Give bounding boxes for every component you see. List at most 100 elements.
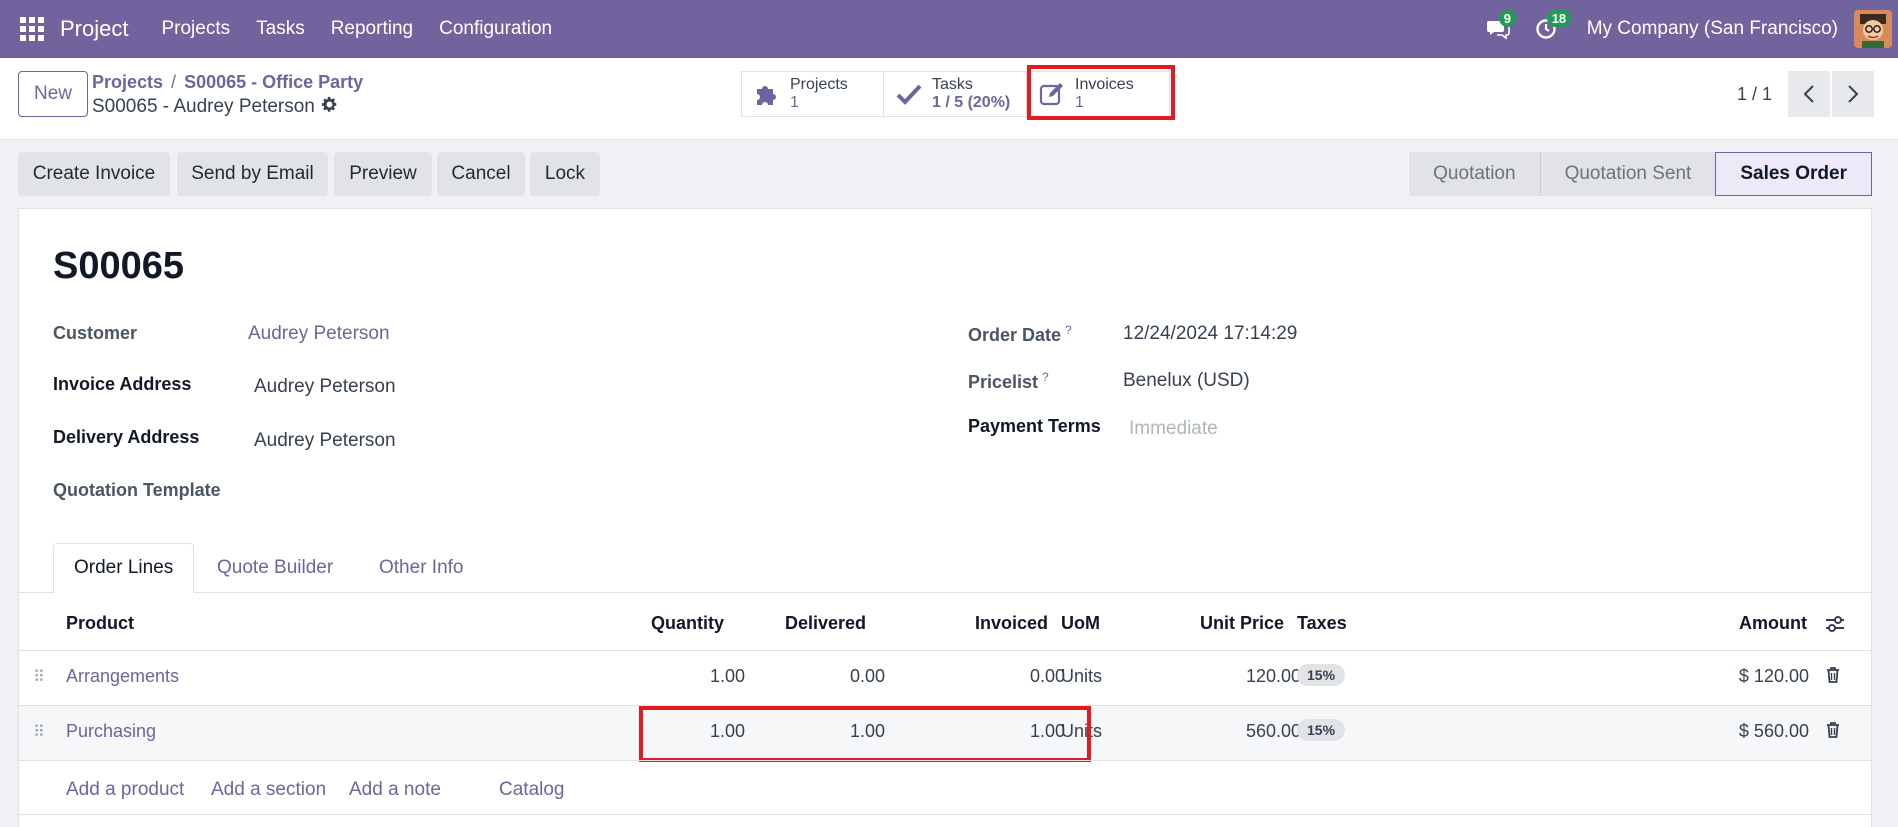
- col-product[interactable]: Product: [66, 613, 134, 634]
- tab-order-lines[interactable]: Order Lines: [53, 543, 195, 593]
- col-amount[interactable]: Amount: [1739, 613, 1807, 634]
- projects-smart-value: 1: [790, 94, 799, 111]
- tasks-smart-value: 1 / 5 (20%): [932, 94, 1011, 111]
- customer-field[interactable]: Audrey Peterson: [248, 323, 390, 345]
- preview-button[interactable]: Preview: [334, 152, 432, 196]
- puzzle-icon: [754, 81, 780, 107]
- stage-quotation-sent[interactable]: Quotation Sent: [1539, 152, 1716, 196]
- row-quantity[interactable]: 1.00: [710, 666, 745, 687]
- gear-icon[interactable]: [321, 96, 338, 118]
- breadcrumb-project[interactable]: S00065 - Office Party: [184, 72, 363, 92]
- add-product-link[interactable]: Add a product: [66, 779, 184, 801]
- add-section-link[interactable]: Add a section: [211, 779, 326, 801]
- table-footer-divider: [19, 814, 1871, 815]
- nav-projects[interactable]: Projects: [161, 18, 230, 40]
- table-divider: [19, 760, 1871, 761]
- row-amount: $ 120.00: [1738, 666, 1809, 686]
- row-amount: $ 560.00: [1738, 721, 1809, 741]
- invoice-address-field[interactable]: Audrey Peterson: [254, 376, 396, 398]
- row-invoiced: 0.00: [1029, 666, 1065, 686]
- app-title[interactable]: Project: [60, 16, 128, 42]
- col-quantity[interactable]: Quantity: [651, 613, 724, 634]
- user-avatar[interactable]: [1854, 10, 1892, 48]
- customer-label: Customer: [53, 323, 138, 343]
- add-note-link[interactable]: Add a note: [349, 779, 441, 801]
- nav-reporting[interactable]: Reporting: [331, 18, 413, 40]
- breadcrumb-separator: /: [171, 72, 177, 92]
- check-icon: [896, 83, 922, 105]
- pager: 1 / 1: [1737, 71, 1874, 117]
- col-uom[interactable]: UoM: [1061, 613, 1100, 634]
- col-taxes[interactable]: Taxes: [1297, 613, 1347, 634]
- order-date-help-icon[interactable]: ?: [1065, 323, 1072, 337]
- chevron-right-icon[interactable]: [1832, 71, 1874, 117]
- activities-icon[interactable]: 18: [1531, 10, 1572, 44]
- top-navbar: Project Projects Tasks Reporting Configu…: [0, 0, 1898, 58]
- form-sheet: S00065 Customer Audrey Peterson Invoice …: [18, 208, 1872, 827]
- column-settings-icon[interactable]: [1825, 615, 1845, 638]
- activities-badge: 18: [1546, 10, 1572, 27]
- col-unit-price[interactable]: Unit Price: [1200, 613, 1284, 634]
- order-date-label-text: Order Date: [968, 325, 1062, 345]
- tasks-smart-button[interactable]: Tasks 1 / 5 (20%): [884, 71, 1027, 117]
- company-switcher[interactable]: My Company (San Francisco): [1587, 18, 1838, 40]
- tax-tag[interactable]: 15%: [1297, 664, 1346, 686]
- chevron-left-icon[interactable]: [1788, 71, 1830, 117]
- messages-badge: 9: [1498, 10, 1516, 27]
- row-delivered[interactable]: 0.00: [850, 666, 885, 687]
- pricelist-help-icon[interactable]: ?: [1042, 370, 1049, 384]
- new-button[interactable]: New: [18, 71, 88, 117]
- drag-handle-icon[interactable]: ⠿: [33, 722, 45, 742]
- catalog-link[interactable]: Catalog: [499, 779, 565, 801]
- breadcrumb: Projects / S00065 - Office Party: [92, 72, 363, 93]
- order-title: S00065: [53, 245, 185, 287]
- delivery-address-label: Delivery Address: [53, 427, 200, 447]
- stage-sales-order[interactable]: Sales Order: [1715, 152, 1872, 196]
- order-date-label: Order Date?: [968, 323, 1072, 346]
- quantities-highlight: [639, 706, 1091, 762]
- row-uom[interactable]: Units: [1061, 666, 1102, 687]
- col-delivered[interactable]: Delivered: [785, 613, 866, 634]
- invoice-address-label: Invoice Address: [53, 374, 192, 394]
- invoices-highlight: [1027, 65, 1175, 120]
- payment-terms-label: Payment Terms: [968, 416, 1101, 436]
- app-menu-icon[interactable]: [20, 17, 44, 41]
- col-invoiced[interactable]: Invoiced: [975, 613, 1048, 634]
- delivery-address-field[interactable]: Audrey Peterson: [254, 430, 396, 452]
- payment-terms-field[interactable]: Immediate: [1129, 418, 1218, 440]
- pricelist-field[interactable]: Benelux (USD): [1123, 370, 1250, 392]
- row-product[interactable]: Purchasing: [66, 721, 156, 742]
- trash-icon[interactable]: [1825, 666, 1841, 689]
- stage-quotation[interactable]: Quotation: [1409, 152, 1540, 196]
- lock-button[interactable]: Lock: [530, 152, 600, 196]
- create-invoice-button[interactable]: Create Invoice: [18, 152, 170, 196]
- send-by-email-button[interactable]: Send by Email: [177, 152, 328, 196]
- nav-configuration[interactable]: Configuration: [439, 18, 552, 40]
- pricelist-label-text: Pricelist: [968, 372, 1039, 392]
- tab-other-info[interactable]: Other Info: [359, 543, 484, 593]
- drag-handle-icon[interactable]: ⠿: [33, 667, 45, 687]
- trash-icon[interactable]: [1825, 721, 1841, 744]
- status-bar: Quotation Quotation Sent Sales Order: [1409, 152, 1872, 196]
- record-name-label: S00065 - Audrey Peterson: [92, 96, 315, 117]
- pricelist-label: Pricelist?: [968, 370, 1049, 393]
- row-product[interactable]: Arrangements: [66, 666, 179, 687]
- projects-smart-button[interactable]: Projects 1: [741, 71, 884, 117]
- row-unit-price[interactable]: 560.00: [1246, 721, 1301, 742]
- control-panel: New Projects / S00065 - Office Party S0006…: [0, 58, 1898, 140]
- quotation-template-label: Quotation Template: [53, 480, 221, 500]
- tasks-smart-label: Tasks: [932, 76, 973, 93]
- cancel-button[interactable]: Cancel: [437, 152, 525, 196]
- messages-icon[interactable]: 9: [1483, 10, 1516, 44]
- row-unit-price[interactable]: 120.00: [1246, 666, 1301, 687]
- pager-value[interactable]: 1 / 1: [1737, 84, 1772, 105]
- tab-quote-builder[interactable]: Quote Builder: [197, 543, 353, 593]
- breadcrumb-projects[interactable]: Projects: [92, 72, 163, 92]
- projects-smart-label: Projects: [790, 76, 848, 93]
- table-row[interactable]: ⠿ Arrangements 1.00 0.00 0.00 Units 120.…: [19, 650, 1871, 705]
- tax-tag[interactable]: 15%: [1297, 719, 1346, 741]
- record-name: S00065 - Audrey Peterson: [92, 96, 338, 118]
- nav-tasks[interactable]: Tasks: [256, 18, 305, 40]
- order-date-field[interactable]: 12/24/2024 17:14:29: [1123, 323, 1297, 345]
- notebook-tabs: Order Lines Quote Builder Other Info: [19, 543, 1871, 593]
